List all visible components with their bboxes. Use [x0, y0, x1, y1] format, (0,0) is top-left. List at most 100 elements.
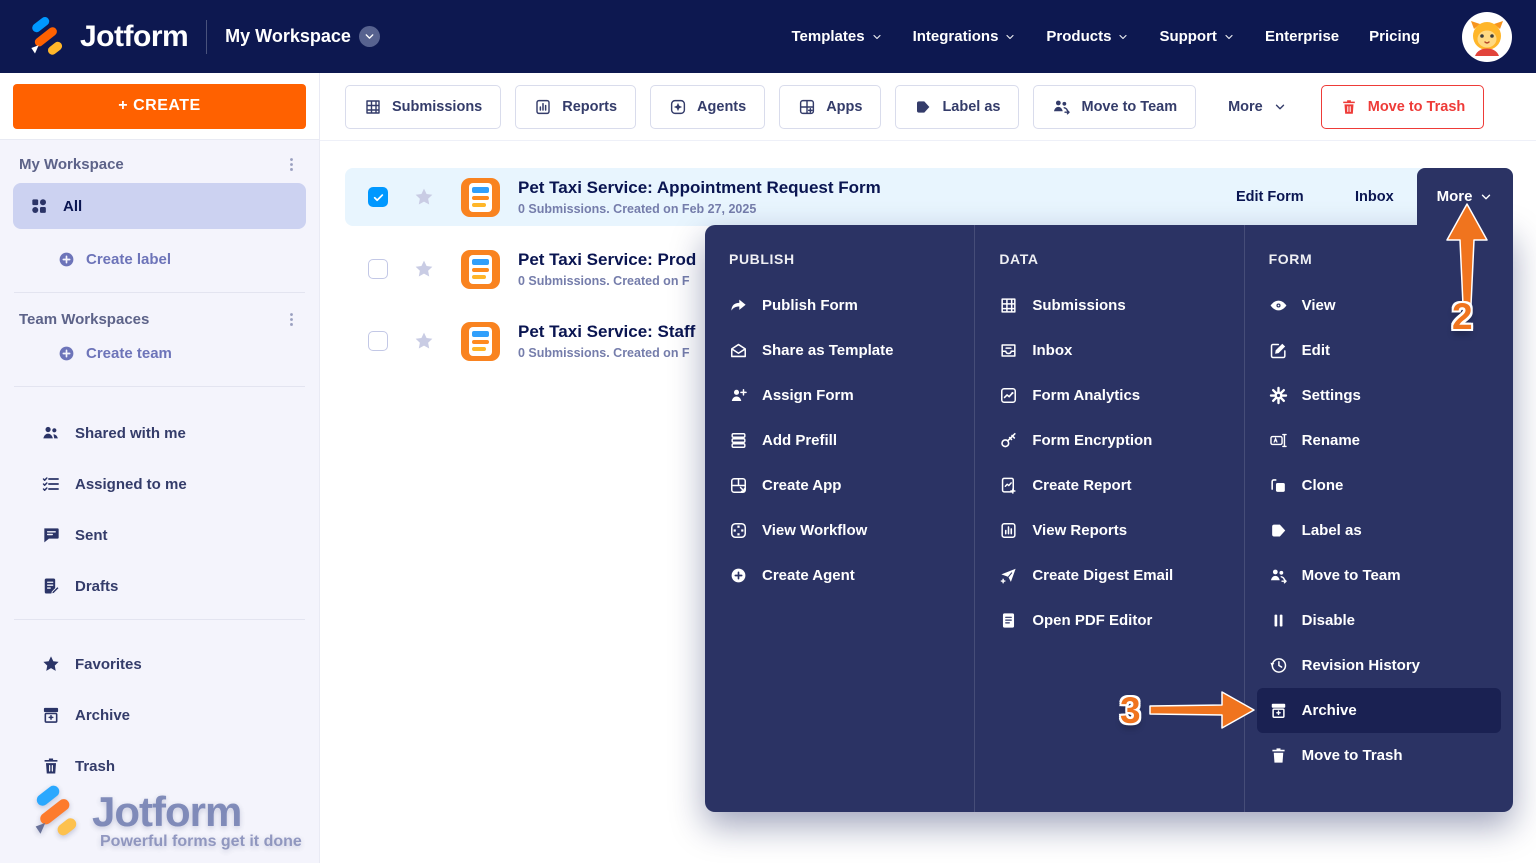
nav-link-integrations[interactable]: Integrations: [913, 28, 1017, 45]
gear-icon: [1269, 386, 1288, 405]
edit-form-button[interactable]: Edit Form: [1236, 189, 1304, 205]
jotform-logo-icon: [24, 15, 68, 59]
jotform-logo[interactable]: Jotform: [24, 15, 189, 59]
nav-link-enterprise[interactable]: Enterprise: [1265, 28, 1339, 45]
chevron-down-icon: [871, 31, 883, 43]
form-meta: 0 Submissions. Created on F: [518, 346, 690, 360]
watermark-brand: Jotform: [92, 788, 242, 835]
form-row-appointment-request[interactable]: Pet Taxi Service: Appointment Request Fo…: [345, 168, 1513, 226]
form-row-text: Pet Taxi Service: Prod 0 Submissions. Cr…: [518, 250, 696, 288]
favorite-star-icon[interactable]: [413, 186, 435, 208]
menu-item-archive-highlighted[interactable]: Archive: [1256, 688, 1501, 733]
sidebar-item-shared-with-me[interactable]: Shared with me: [41, 415, 306, 451]
row-checkbox[interactable]: [368, 331, 388, 351]
menu-item-create-report[interactable]: Create Report: [987, 463, 1231, 508]
menu-item-rename[interactable]: Rename: [1257, 418, 1501, 463]
menu-item-add-prefill[interactable]: Add Prefill: [717, 418, 962, 463]
menu-item-submissions[interactable]: Submissions: [987, 283, 1231, 328]
menu-item-view-workflow[interactable]: View Workflow: [717, 508, 962, 553]
share-icon: [729, 296, 748, 315]
grid-icon: [364, 98, 382, 116]
apps-button[interactable]: Apps: [779, 84, 882, 129]
row-checkbox[interactable]: [368, 259, 388, 279]
row-more-button-active[interactable]: More: [1417, 168, 1513, 225]
menu-item-move-to-trash[interactable]: Move to Trash: [1257, 733, 1501, 778]
menu-item-edit[interactable]: Edit: [1257, 328, 1501, 373]
chevron-down-icon: [363, 30, 376, 43]
sidebar-item-trash[interactable]: Trash: [41, 748, 306, 784]
favorite-star-icon[interactable]: [413, 258, 435, 280]
menu-item-share-as-template[interactable]: Share as Template: [717, 328, 962, 373]
favorite-star-icon[interactable]: [413, 330, 435, 352]
more-dropdown-menu: PUBLISH Publish Form Share as Template A…: [705, 225, 1513, 812]
menu-item-inbox[interactable]: Inbox: [987, 328, 1231, 373]
checklist-icon: [41, 474, 61, 494]
menu-item-open-pdf-editor[interactable]: Open PDF Editor: [987, 598, 1231, 643]
menu-item-publish-form[interactable]: Publish Form: [717, 283, 962, 328]
sidebar-item-assigned-to-me[interactable]: Assigned to me: [41, 466, 306, 502]
menu-item-create-agent[interactable]: Create Agent: [717, 553, 962, 598]
menu-item-move-to-team[interactable]: Move to Team: [1257, 553, 1501, 598]
workspace-switcher-button[interactable]: [358, 26, 380, 47]
menu-item-assign-form[interactable]: Assign Form: [717, 373, 962, 418]
sidebar-item-archive[interactable]: Archive: [41, 697, 306, 733]
assign-person-icon: [729, 386, 748, 405]
agents-button[interactable]: Agents: [650, 84, 766, 129]
nav-link-templates[interactable]: Templates: [791, 28, 882, 45]
move-to-team-button[interactable]: Move to Team: [1033, 84, 1197, 129]
create-button[interactable]: + CREATE: [13, 83, 306, 129]
jotform-watermark: Jotform Powerful forms get it done: [26, 783, 302, 851]
team-workspaces-menu-button[interactable]: [283, 311, 300, 328]
form-row-text: Pet Taxi Service: Appointment Request Fo…: [518, 178, 881, 216]
nav-link-support[interactable]: Support: [1159, 28, 1235, 45]
create-area: + CREATE: [0, 73, 319, 140]
sidebar-item-favorites[interactable]: Favorites: [41, 646, 306, 682]
sidebar-divider: [14, 386, 305, 387]
agent-icon: [669, 98, 687, 116]
chevron-down-icon: [1117, 31, 1129, 43]
apps-icon: [798, 98, 816, 116]
workspace-name: My Workspace: [225, 26, 351, 46]
menu-item-settings[interactable]: Settings: [1257, 373, 1501, 418]
form-icon: [461, 321, 500, 361]
toolbar-more-button[interactable]: More: [1210, 84, 1305, 129]
label-as-button[interactable]: Label as: [895, 84, 1020, 129]
menu-item-revision-history[interactable]: Revision History: [1257, 643, 1501, 688]
sidebar-item-all[interactable]: All: [13, 183, 306, 229]
edit-icon: [1269, 341, 1288, 360]
plus-circle-icon: [57, 344, 76, 363]
create-label-button[interactable]: Create label: [57, 244, 306, 274]
user-avatar[interactable]: [1462, 12, 1512, 62]
brand-name: Jotform: [80, 19, 189, 53]
people-icon: [41, 423, 61, 443]
menu-item-create-digest-email[interactable]: Create Digest Email: [987, 553, 1231, 598]
trash-icon: [41, 756, 61, 776]
my-workspace-menu-button[interactable]: [283, 156, 300, 173]
nav-link-pricing[interactable]: Pricing: [1369, 28, 1420, 45]
jotform-my-workspace-page: Jotform My Workspace Templates Integrati…: [0, 0, 1536, 863]
menu-item-label-as[interactable]: Label as: [1257, 508, 1501, 553]
submissions-button[interactable]: Submissions: [345, 84, 502, 129]
menu-item-create-app[interactable]: Create App: [717, 463, 962, 508]
form-row-text: Pet Taxi Service: Staff 0 Submissions. C…: [518, 322, 695, 360]
sidebar-item-sent[interactable]: Sent: [41, 517, 306, 553]
menu-item-clone[interactable]: Clone: [1257, 463, 1501, 508]
sidebar-item-drafts[interactable]: Drafts: [41, 568, 306, 604]
nav-link-products[interactable]: Products: [1046, 28, 1129, 45]
menu-item-view-reports[interactable]: View Reports: [987, 508, 1231, 553]
reports-button[interactable]: Reports: [515, 84, 637, 129]
form-meta: 0 Submissions. Created on F: [518, 274, 690, 288]
history-icon: [1269, 656, 1288, 675]
row-checkbox-checked[interactable]: [368, 187, 388, 207]
menu-item-form-analytics[interactable]: Form Analytics: [987, 373, 1231, 418]
menu-item-view[interactable]: View: [1257, 283, 1501, 328]
watermark-tagline: Powerful forms get it done: [100, 833, 302, 850]
menu-item-form-encryption[interactable]: Form Encryption: [987, 418, 1231, 463]
report-plus-icon: [999, 476, 1018, 495]
menu-section-data: DATA Submissions Inbox Form Analytics Fo…: [974, 225, 1243, 812]
create-team-button[interactable]: Create team: [57, 338, 306, 368]
sidebar-body: My Workspace All Create label Team Works…: [0, 140, 319, 784]
inbox-button[interactable]: Inbox: [1355, 189, 1394, 205]
menu-item-disable[interactable]: Disable: [1257, 598, 1501, 643]
move-to-trash-button[interactable]: Move to Trash: [1320, 84, 1485, 129]
